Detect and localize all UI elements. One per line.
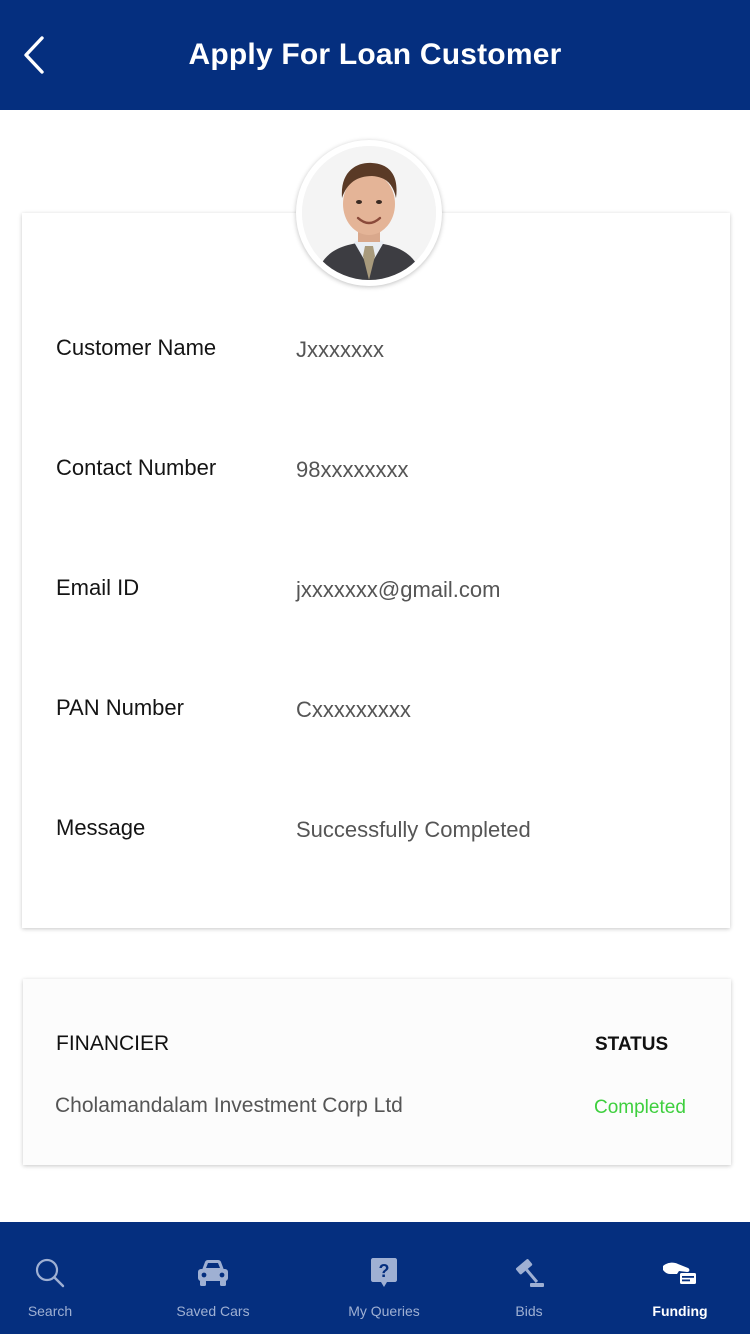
tab-search-label: Search bbox=[27, 1303, 73, 1319]
email-value: jxxxxxxx@gmail.com bbox=[296, 577, 501, 602]
back-button[interactable] bbox=[14, 32, 54, 78]
search-icon bbox=[34, 1256, 66, 1290]
avatar bbox=[296, 140, 442, 286]
status-column-header: STATUS bbox=[595, 1034, 669, 1055]
detail-row-contact-number: Contact Number 98xxxxxxxx bbox=[56, 455, 716, 495]
question-icon: ? bbox=[370, 1256, 398, 1290]
tab-my-queries-label: My Queries bbox=[348, 1303, 420, 1319]
tab-funding-label: Funding bbox=[652, 1303, 708, 1319]
email-label: Email ID bbox=[56, 575, 140, 600]
detail-row-message: Message Successfully Completed bbox=[56, 815, 716, 855]
customer-details-card: Customer Name Jxxxxxxx Contact Number 98… bbox=[22, 213, 730, 928]
bottom-tab-bar: Search Saved Cars ? My Queries Bids Fund… bbox=[0, 1222, 750, 1334]
customer-photo bbox=[302, 146, 436, 280]
pan-number-label: PAN Number bbox=[56, 695, 184, 720]
tab-saved-cars-label: Saved Cars bbox=[176, 1303, 250, 1319]
gavel-icon bbox=[512, 1256, 546, 1290]
detail-row-customer-name: Customer Name Jxxxxxxx bbox=[56, 335, 716, 375]
financier-name: Cholamandalam Investment Corp Ltd bbox=[55, 1094, 403, 1117]
message-label: Message bbox=[56, 815, 146, 840]
pan-number-value: Cxxxxxxxxx bbox=[296, 697, 411, 722]
tab-my-queries[interactable]: ? My Queries bbox=[324, 1222, 444, 1334]
contact-number-label: Contact Number bbox=[56, 455, 217, 480]
tab-bids-label: Bids bbox=[515, 1303, 543, 1319]
financier-column-header: FINANCIER bbox=[56, 1032, 170, 1055]
status-badge: Completed bbox=[594, 1097, 686, 1118]
customer-name-label: Customer Name bbox=[56, 335, 217, 360]
detail-row-pan-number: PAN Number Cxxxxxxxxx bbox=[56, 695, 716, 735]
svg-text:?: ? bbox=[379, 1261, 390, 1281]
customer-name-value: Jxxxxxxx bbox=[296, 337, 384, 362]
detail-row-email: Email ID jxxxxxxx@gmail.com bbox=[56, 575, 716, 615]
tab-funding[interactable]: Funding bbox=[630, 1222, 730, 1334]
tab-search[interactable]: Search bbox=[0, 1222, 100, 1334]
page-title: Apply For Loan Customer bbox=[188, 38, 562, 71]
tab-bids[interactable]: Bids bbox=[479, 1222, 579, 1334]
app-header: Apply For Loan Customer bbox=[0, 0, 750, 110]
tab-saved-cars[interactable]: Saved Cars bbox=[153, 1222, 273, 1334]
funding-icon bbox=[662, 1256, 698, 1290]
financier-card: FINANCIER STATUS Cholamandalam Investmen… bbox=[23, 979, 731, 1165]
contact-number-value: 98xxxxxxxx bbox=[296, 457, 409, 482]
car-icon bbox=[196, 1256, 230, 1290]
chevron-left-icon bbox=[24, 36, 44, 74]
message-value: Successfully Completed bbox=[296, 817, 531, 842]
